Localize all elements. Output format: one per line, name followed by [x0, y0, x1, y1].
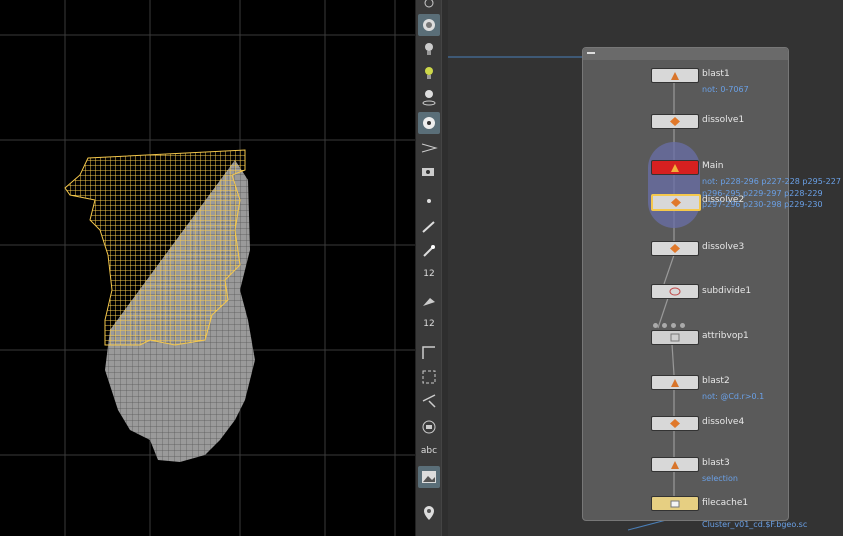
- node-sub-filecache1: Cluster_v01_cd.$F.bgeo.sc: [702, 520, 808, 529]
- light-icon[interactable]: [418, 0, 440, 14]
- measure-12-icon[interactable]: 12: [418, 314, 440, 336]
- number-12-icon[interactable]: 12: [418, 264, 440, 286]
- pin-icon[interactable]: [418, 240, 440, 262]
- corner-icon[interactable]: [418, 342, 440, 364]
- env-light-icon[interactable]: [418, 136, 440, 158]
- node-label-blast3: blast3: [702, 458, 730, 468]
- node-sub-blast3: selection: [702, 474, 738, 483]
- marker-icon[interactable]: [418, 502, 440, 524]
- node-dissolve4[interactable]: [651, 416, 699, 431]
- node-sub-blast2: not: @Cd.r>0.1: [702, 392, 765, 401]
- node-dissolve2[interactable]: [651, 194, 701, 211]
- node-wires: [657, 82, 675, 496]
- node-sub-main: not: p228-296 p227-228 p295-227: [702, 177, 841, 186]
- scene-viewport[interactable]: [0, 0, 415, 536]
- node-label-dissolve4: dissolve4: [702, 417, 745, 427]
- shelf-toolbar: 12 12 abc: [415, 0, 442, 536]
- camera-add-icon[interactable]: [418, 160, 440, 182]
- point-icon[interactable]: [418, 190, 440, 212]
- bulb-icon[interactable]: [418, 38, 440, 60]
- node-label-dissolve3: dissolve3: [702, 242, 745, 252]
- dissolve-icon: [670, 244, 680, 253]
- node-dissolve3[interactable]: [651, 241, 699, 256]
- shape-icon[interactable]: [418, 416, 440, 438]
- point-light-icon[interactable]: [418, 62, 440, 84]
- node-label-main: Main: [702, 161, 724, 171]
- sweep-icon[interactable]: [418, 290, 440, 312]
- camera-icon[interactable]: [418, 14, 440, 36]
- paint-icon[interactable]: [418, 112, 440, 134]
- blast-icon: [671, 164, 679, 172]
- node-blast3[interactable]: [651, 457, 699, 472]
- node-blast2[interactable]: [651, 375, 699, 390]
- abc-text[interactable]: abc: [418, 441, 440, 463]
- input-dot[interactable]: [671, 323, 676, 328]
- abc-label: abc: [420, 446, 438, 456]
- node-label-attribvop1: attribvop1: [702, 331, 749, 341]
- input-dot[interactable]: [662, 323, 667, 328]
- blast-icon: [671, 379, 679, 387]
- node-sub-blast1: not: 0-7067: [702, 85, 749, 94]
- input-dot[interactable]: [680, 323, 685, 328]
- node-label-blast2: blast2: [702, 376, 730, 386]
- node-label-subdivide1: subdivide1: [702, 286, 752, 296]
- node-dissolve1[interactable]: [651, 114, 699, 129]
- node-label-filecache1: filecache1: [702, 498, 749, 508]
- dissolve-icon: [671, 198, 681, 207]
- node-halo: [648, 142, 700, 228]
- blast-icon: [671, 72, 679, 80]
- measure-12-label: 12: [423, 319, 435, 329]
- node-blast1[interactable]: [651, 68, 699, 83]
- node-filecache1[interactable]: [651, 496, 699, 511]
- subdivide-icon: [669, 287, 681, 296]
- node-attribvop1[interactable]: [651, 330, 699, 345]
- number-12-label: 12: [423, 269, 435, 279]
- node-label-dissolve1: dissolve1: [702, 115, 745, 125]
- node-main[interactable]: [651, 160, 699, 175]
- vop-icon: [670, 333, 680, 342]
- snap-grid-icon[interactable]: [418, 366, 440, 388]
- brush-icon[interactable]: [418, 216, 440, 238]
- input-dot[interactable]: [653, 323, 658, 328]
- spot-light-icon[interactable]: [418, 86, 440, 108]
- image-icon[interactable]: [418, 466, 440, 488]
- viewport-canvas: [0, 0, 415, 536]
- blast-icon: [671, 461, 679, 469]
- angle-icon[interactable]: [418, 390, 440, 412]
- node-label-blast1: blast1: [702, 69, 730, 79]
- node-sub-dissolve2: p296-295 p229-297 p228-229 p297-296 p230…: [702, 189, 823, 212]
- dissolve-icon: [670, 419, 680, 428]
- filecache-icon: [670, 500, 680, 508]
- network-editor[interactable]: blast1 not: 0-7067 dissolve1 Main not: p…: [448, 0, 843, 536]
- node-subdivide1[interactable]: [651, 284, 699, 299]
- dissolve-icon: [670, 117, 680, 126]
